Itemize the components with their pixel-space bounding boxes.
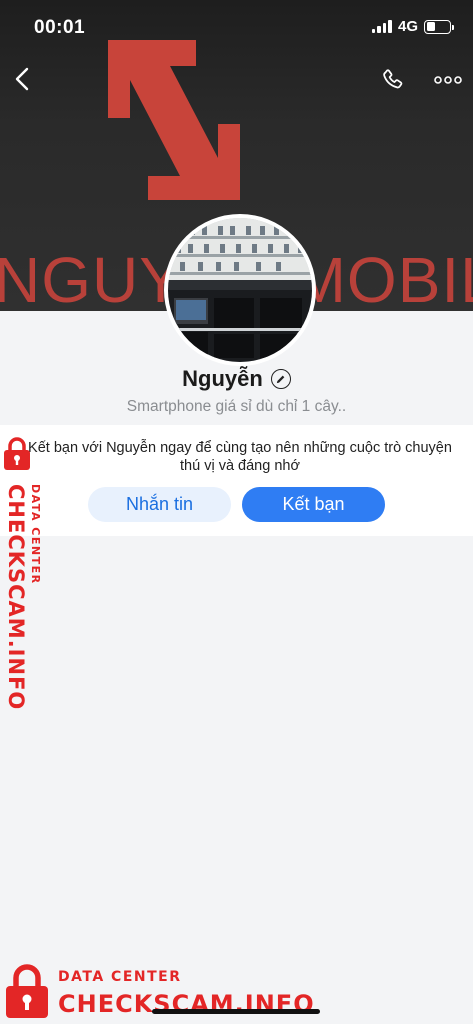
signal-icon — [371, 20, 392, 33]
add-friend-button[interactable]: Kết bạn — [242, 487, 385, 522]
add-friend-card: Kết bạn với Nguyễn ngay để cùng tạo nên … — [0, 425, 473, 536]
side-watermark: CHECKSCAM.INFO DATA CENTER — [0, 436, 50, 710]
profile-avatar[interactable] — [164, 214, 316, 366]
status-time: 00:01 — [34, 17, 86, 38]
message-button[interactable]: Nhắn tin — [88, 487, 231, 522]
more-horizontal-icon — [434, 76, 462, 84]
network-type: 4G — [397, 18, 418, 35]
edit-name-button[interactable] — [270, 369, 291, 389]
battery-icon — [424, 19, 454, 34]
padlock-icon — [4, 437, 30, 470]
home-indicator[interactable] — [152, 1009, 320, 1014]
profile-name: Nguyễn — [182, 366, 263, 391]
watermark-bottom-sub: DATA CENTER — [58, 969, 182, 985]
avatar-store-image — [168, 218, 312, 362]
back-button[interactable] — [8, 62, 36, 96]
bottom-watermark: DATA CENTER CHECKSCAM.INFO — [0, 958, 473, 1024]
call-button[interactable] — [378, 64, 408, 96]
watermark-side-sub: DATA CENTER — [29, 484, 42, 585]
status-indicators: 4G — [371, 18, 454, 35]
more-options-button[interactable] — [432, 70, 464, 90]
brand-logo-n-icon — [108, 40, 240, 200]
pencil-icon — [277, 375, 285, 383]
chevron-left-icon — [15, 67, 29, 91]
phone-icon — [383, 69, 403, 89]
invite-text: Kết bạn với Nguyễn ngay để cùng tạo nên … — [28, 440, 452, 474]
profile-name-row: Nguyễn — [0, 366, 473, 392]
padlock-icon — [6, 964, 48, 1018]
watermark-side-main: CHECKSCAM.INFO — [4, 484, 28, 711]
profile-bio: Smartphone giá sỉ dù chỉ 1 cây.. — [126, 398, 347, 415]
